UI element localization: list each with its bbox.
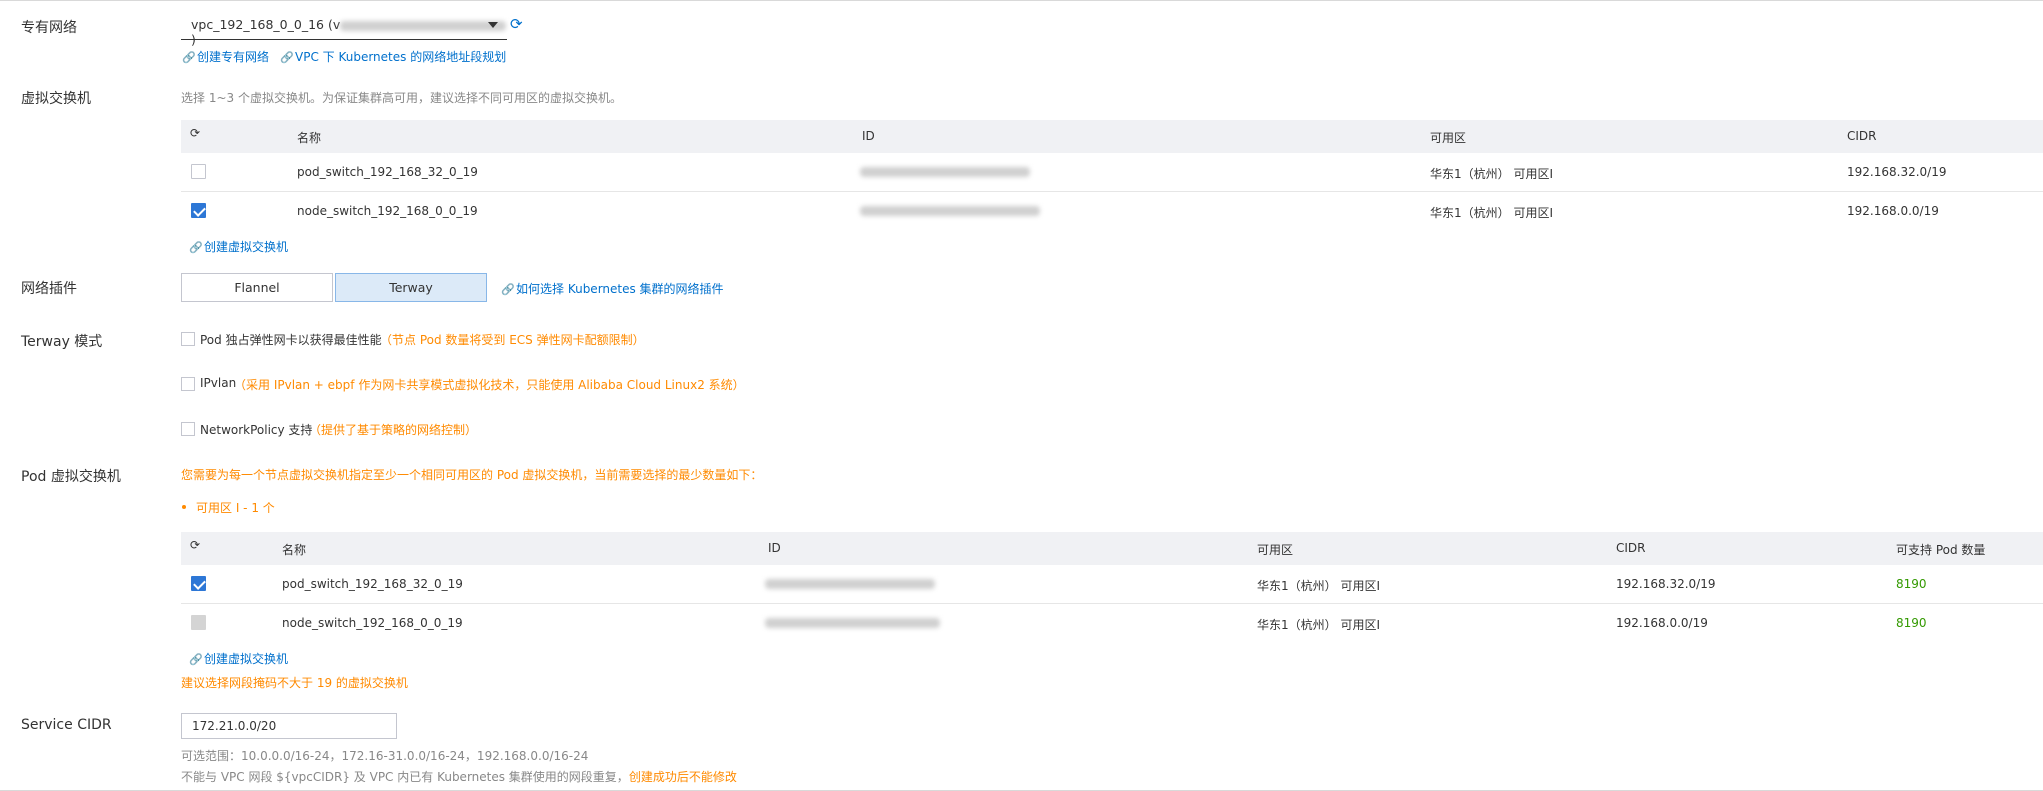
vpc-k8s-plan-link-text: VPC 下 Kubernetes 的网络地址段规划 (295, 50, 507, 64)
plugin-help-link[interactable]: 🔗如何选择 Kubernetes 集群的网络插件 (501, 280, 724, 297)
link-icon: 🔗 (189, 241, 203, 254)
pod-vswitch-label: Pod 虚拟交换机 (21, 469, 121, 485)
redacted-vswitch-id (765, 579, 935, 589)
pod-vswitch-row-1-count: 8190 (1896, 577, 1927, 591)
pod-vswitch-row-1-cidr: 192.168.32.0/19 (1616, 577, 1716, 591)
plugin-help-link-text: 如何选择 Kubernetes 集群的网络插件 (516, 282, 724, 296)
vswitch-row-1-zone: 华东1（杭州） 可用区I (1430, 167, 1553, 181)
redacted-vswitch-id (765, 618, 940, 628)
terway-mode-label: Terway 模式 (21, 334, 103, 350)
pod-vswitch-row-2-checkbox (191, 615, 206, 630)
plugin-option-terway[interactable]: Terway (335, 273, 487, 302)
vpc-refresh-icon[interactable]: ⟳ (510, 15, 523, 33)
vswitch-row-1-checkbox[interactable] (191, 164, 206, 179)
vpc-k8s-plan-link[interactable]: 🔗VPC 下 Kubernetes 的网络地址段规划 (280, 48, 506, 65)
terway-exclusive-eni-note: （节点 Pod 数量将受到 ECS 弹性网卡配额限制） (380, 333, 645, 347)
redacted-vpc-id (340, 20, 507, 31)
vswitch-label: 虚拟交换机 (21, 91, 91, 107)
table-refresh-icon[interactable]: ⟳ (190, 538, 200, 552)
vswitch-row-2-cidr: 192.168.0.0/19 (1847, 204, 1939, 218)
vswitch-table-header: ⟳ 名称 ID 可用区 CIDR (181, 120, 2043, 153)
pod-vswitch-requirement: 可用区 I - 1 个 (196, 501, 275, 515)
create-vswitch-link[interactable]: 🔗创建虚拟交换机 (189, 238, 288, 255)
col-zone: 可用区 (1257, 543, 1294, 557)
link-icon: 🔗 (501, 283, 515, 296)
link-icon: 🔗 (189, 653, 203, 666)
vswitch-row-2-zone: 华东1（杭州） 可用区I (1430, 206, 1553, 220)
col-pod-count: 可支持 Pod 数量 (1896, 543, 1986, 557)
service-cidr-input[interactable] (181, 713, 397, 739)
pod-vswitch-warning: 您需要为每一个节点虚拟交换机指定至少一个相同可用区的 Pod 虚拟交换机，当前需… (181, 468, 763, 482)
redacted-vswitch-id (860, 206, 1040, 216)
link-icon: 🔗 (280, 51, 294, 64)
col-cidr: CIDR (1847, 129, 1877, 143)
pod-vswitch-row-2-zone: 华东1（杭州） 可用区I (1257, 618, 1380, 632)
terway-networkpolicy-label: NetworkPolicy 支持 (200, 423, 313, 437)
create-pod-vswitch-link-text: 创建虚拟交换机 (204, 652, 289, 666)
pod-vswitch-row-2-cidr: 192.168.0.0/19 (1616, 616, 1708, 630)
plugin-option-flannel[interactable]: Flannel (181, 273, 333, 302)
pod-vswitch-row-1-zone: 华东1（杭州） 可用区I (1257, 579, 1380, 593)
col-name: 名称 (282, 543, 307, 557)
vswitch-row-2-name: node_switch_192_168_0_0_19 (297, 204, 478, 218)
service-cidr-immutable-warning: 创建成功后不能修改 (628, 770, 737, 784)
terway-ipvlan-note: （采用 IPvlan + ebpf 作为网卡共享模式虚拟化技术，只能使用 Ali… (234, 378, 745, 392)
vswitch-row-1-cidr: 192.168.32.0/19 (1847, 165, 1947, 179)
service-cidr-conflict-hint: 不能与 VPC 网段 ${vpcCIDR} 及 VPC 内已有 Kubernet… (181, 768, 737, 785)
pod-vswitch-row-2-name: node_switch_192_168_0_0_19 (282, 616, 463, 630)
vpc-select-suffix: ) (191, 32, 196, 47)
terway-exclusive-eni-label: Pod 独占弹性网卡以获得最佳性能 (200, 333, 382, 347)
bullet-dot (182, 505, 186, 509)
terway-networkpolicy-checkbox[interactable] (181, 422, 195, 436)
create-vpc-link[interactable]: 🔗创建专有网络 (182, 48, 269, 65)
vswitch-row-2-checkbox[interactable] (191, 203, 206, 218)
col-zone: 可用区 (1430, 131, 1467, 145)
redacted-vswitch-id (860, 167, 1030, 177)
col-name: 名称 (297, 131, 322, 145)
create-pod-vswitch-link[interactable]: 🔗创建虚拟交换机 (189, 650, 288, 667)
col-id: ID (862, 129, 875, 143)
col-cidr: CIDR (1616, 541, 1646, 555)
row-divider (181, 603, 2043, 604)
plugin-label: 网络插件 (21, 281, 77, 297)
vpc-select[interactable]: vpc_192_168_0_0_16 (v) (181, 13, 507, 47)
pod-vswitch-row-1-checkbox[interactable] (191, 576, 206, 591)
vpc-select-value: vpc_192_168_0_0_16 (v (191, 17, 341, 32)
pod-vswitch-row-2-count: 8190 (1896, 616, 1927, 630)
terway-networkpolicy-note: （提供了基于策略的网络控制） (309, 423, 478, 437)
pod-vswitch-row-1-name: pod_switch_192_168_32_0_19 (282, 577, 463, 591)
service-cidr-conflict-text: 不能与 VPC 网段 ${vpcCIDR} 及 VPC 内已有 Kubernet… (181, 770, 629, 784)
service-cidr-label: Service CIDR (21, 717, 112, 733)
terway-ipvlan-checkbox[interactable] (181, 377, 195, 391)
terway-exclusive-eni-checkbox[interactable] (181, 332, 195, 346)
link-icon: 🔗 (182, 51, 196, 64)
pod-vswitch-table-header: ⟳ 名称 ID 可用区 CIDR 可支持 Pod 数量 (181, 532, 2043, 565)
create-vswitch-link-text: 创建虚拟交换机 (204, 240, 289, 254)
page-frame: 专有网络 vpc_192_168_0_0_16 (v) ⟳ 🔗创建专有网络 🔗V… (0, 0, 2043, 791)
col-id: ID (768, 541, 781, 555)
chevron-down-icon[interactable] (488, 22, 498, 28)
table-refresh-icon[interactable]: ⟳ (190, 126, 200, 140)
service-cidr-range-hint: 可选范围：10.0.0.0/16-24，172.16-31.0.0/16-24，… (181, 749, 589, 763)
vswitch-hint: 选择 1~3 个虚拟交换机。为保证集群高可用，建议选择不同可用区的虚拟交换机。 (181, 91, 622, 105)
create-vpc-link-text: 创建专有网络 (197, 50, 270, 64)
vswitch-row-1-name: pod_switch_192_168_32_0_19 (297, 165, 478, 179)
terway-ipvlan-label: IPvlan (200, 376, 237, 390)
pod-vswitch-mask-hint: 建议选择网段掩码不大于 19 的虚拟交换机 (181, 676, 408, 690)
row-divider (181, 191, 2043, 192)
vpc-label: 专有网络 (21, 20, 77, 36)
